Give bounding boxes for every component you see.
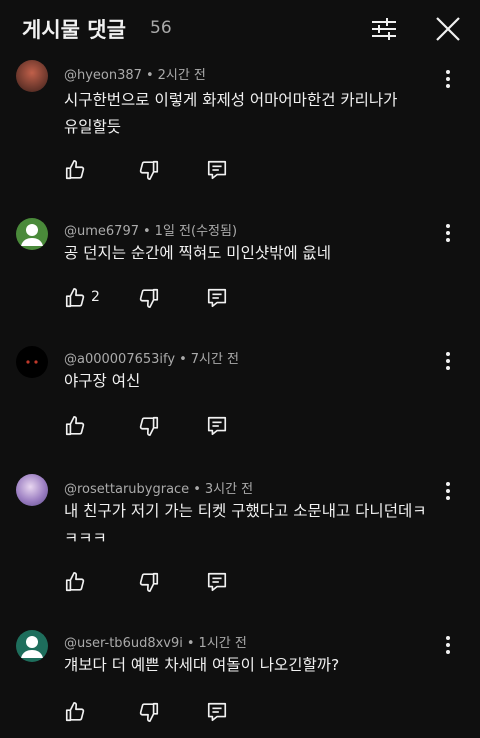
- comment-meta: @hyeon387 • 2시간 전: [64, 68, 206, 83]
- avatar[interactable]: [16, 60, 48, 92]
- comment-time: 3시간 전: [204, 482, 254, 497]
- comment-time: 2시간 전: [157, 68, 206, 83]
- comment-time: 1시간 전: [198, 636, 247, 651]
- reply-icon: [207, 288, 227, 308]
- thumbs-up-icon: [65, 160, 85, 180]
- comment-author[interactable]: @hyeon387: [64, 68, 142, 83]
- dislike-button[interactable]: [138, 158, 160, 182]
- reply-button[interactable]: [206, 570, 228, 594]
- comment-author[interactable]: @user-tb6ud8xv9i: [64, 636, 183, 651]
- thumbs-up-icon: [65, 702, 85, 722]
- comment-meta: @ume6797 • 1일 전(수정됨): [64, 224, 238, 239]
- reply-icon: [207, 416, 227, 436]
- reply-button[interactable]: [206, 286, 228, 310]
- avatar[interactable]: [16, 474, 48, 506]
- comment-actions: [64, 414, 264, 438]
- comment-meta: @user-tb6ud8xv9i • 1시간 전: [64, 636, 247, 651]
- thumbs-down-icon: [139, 160, 159, 180]
- comment-meta: @a000007653ify • 7시간 전: [64, 352, 240, 367]
- like-button[interactable]: [64, 570, 86, 594]
- comment-text: 공 던지는 순간에 찍혀도 미인샷밖에 읎네: [64, 240, 454, 267]
- dislike-button[interactable]: [138, 570, 160, 594]
- sliders-icon: [372, 18, 396, 40]
- default-user-icon: [21, 636, 43, 658]
- comment-text: 걔보다 더 예쁜 차세대 여돌이 나오긴할까?: [64, 652, 454, 679]
- comments-header: 게시물 댓글 56: [0, 0, 480, 58]
- comment-actions: [64, 158, 264, 182]
- comment-line: 유일할듯: [64, 118, 122, 136]
- comment-text: 내 친구가 저기 가는 티켓 구했다고 소문내고 다니던데ㅋ ㅋㅋㅋ: [64, 498, 454, 552]
- dislike-button[interactable]: [138, 286, 160, 310]
- comment-line: 시구한번으로 이렇게 화제성 어마어마한건 카리나가: [64, 91, 398, 109]
- close-button[interactable]: [434, 14, 462, 44]
- avatar[interactable]: [16, 218, 48, 250]
- dark-avatar-icon: [26, 360, 38, 364]
- close-icon: [436, 17, 460, 41]
- like-button[interactable]: [64, 158, 86, 182]
- thumbs-down-icon: [139, 572, 159, 592]
- thumbs-up-icon: [65, 572, 85, 592]
- comment-meta: @rosettarubygrace • 3시간 전: [64, 482, 254, 497]
- comment-time: 7시간 전: [190, 352, 240, 367]
- reply-icon: [207, 160, 227, 180]
- reply-button[interactable]: [206, 700, 228, 724]
- comment-text: 야구장 여신: [64, 368, 454, 395]
- like-button[interactable]: [64, 414, 86, 438]
- dislike-button[interactable]: [138, 700, 160, 724]
- comment-count: 56: [150, 18, 172, 38]
- comment-author[interactable]: @rosettarubygrace: [64, 482, 189, 497]
- reply-button[interactable]: [206, 158, 228, 182]
- like-count: 2: [91, 289, 100, 305]
- thumbs-up-icon: [65, 416, 85, 436]
- comment-time: 1일 전(수정됨): [154, 224, 238, 239]
- dislike-button[interactable]: [138, 414, 160, 438]
- like-button[interactable]: [64, 700, 86, 724]
- like-button[interactable]: [64, 286, 86, 310]
- reply-button[interactable]: [206, 414, 228, 438]
- comment-line: 공 던지는 순간에 찍혀도 미인샷밖에 읎네: [64, 244, 332, 262]
- comment-line: 야구장 여신: [64, 372, 141, 390]
- comment-text: 시구한번으로 이렇게 화제성 어마어마한건 카리나가 유일할듯: [64, 87, 454, 141]
- page-title: 게시물 댓글: [22, 18, 126, 42]
- comment-author[interactable]: @a000007653ify: [64, 352, 175, 367]
- filter-button[interactable]: [368, 14, 400, 44]
- comment-actions: [64, 570, 264, 594]
- comment-author[interactable]: @ume6797: [64, 224, 139, 239]
- thumbs-down-icon: [139, 416, 159, 436]
- comment-actions: [64, 700, 264, 724]
- reply-icon: [207, 572, 227, 592]
- reply-icon: [207, 702, 227, 722]
- thumbs-down-icon: [139, 288, 159, 308]
- avatar[interactable]: [16, 630, 48, 662]
- comment-actions: 2: [64, 286, 264, 310]
- comment-line: 내 친구가 저기 가는 티켓 구했다고 소문내고 다니던데ㅋ: [64, 502, 427, 520]
- comment-list: @hyeon387 • 2시간 전 시구한번으로 이렇게 화제성 어마어마한건 카리…: [0, 58, 480, 738]
- avatar[interactable]: [16, 346, 48, 378]
- comment-line: 걔보다 더 예쁜 차세대 여돌이 나오긴할까?: [64, 656, 340, 674]
- thumbs-down-icon: [139, 702, 159, 722]
- thumbs-up-icon: [65, 288, 85, 308]
- comment-line: ㅋㅋㅋ: [64, 529, 107, 547]
- default-user-icon: [21, 224, 43, 246]
